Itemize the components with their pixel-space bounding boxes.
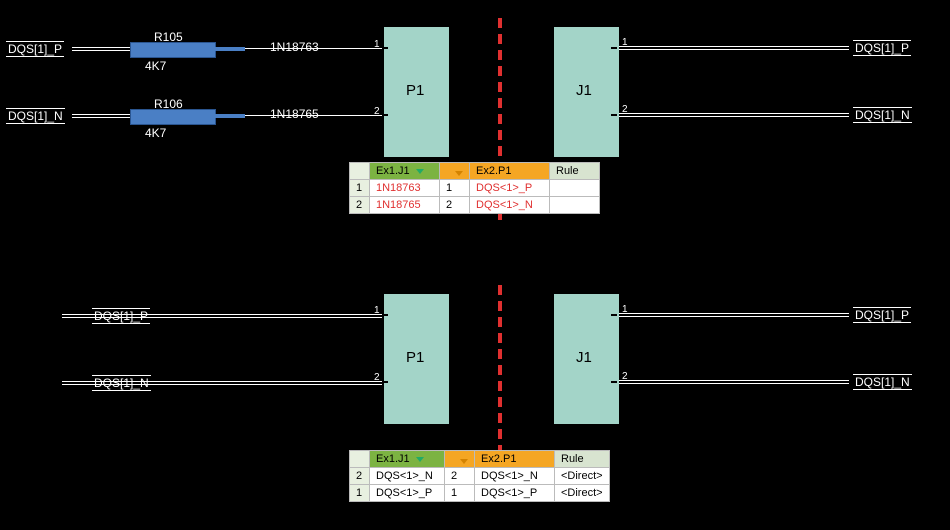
cell: 1N18763 [370,180,440,197]
wire [619,313,849,317]
dropdown-icon[interactable] [455,171,463,176]
row-number: 2 [350,197,370,214]
cell: DQS<1>_P [470,180,550,197]
pin-mark [382,114,388,116]
cell: 2 [445,468,475,485]
col-header[interactable]: Ex1.J1 [370,451,445,468]
mapping-table-bottom[interactable]: Ex1.J1 Ex2.P1 Rule 2 DQS<1>_N 2 DQS<1>_N… [349,450,610,502]
wire [72,114,138,118]
col-header[interactable]: Ex2.P1 [475,451,555,468]
table-row[interactable]: 1 1N18763 1 DQS<1>_P [350,180,600,197]
pin-number: 1 [374,305,380,316]
pin-number: 2 [374,372,380,383]
resistor-value: 4K7 [145,59,166,73]
dropdown-icon[interactable] [416,457,424,462]
col-header[interactable] [445,451,475,468]
pin-mark [382,47,388,49]
col-header[interactable]: Rule [555,451,610,468]
row-number: 2 [350,468,370,485]
row-number: 1 [350,180,370,197]
table-row[interactable]: 1 DQS<1>_P 1 DQS<1>_P <Direct> [350,485,610,502]
cell: <Direct> [555,468,610,485]
pin-mark [611,47,617,49]
col-header[interactable]: Ex1.J1 [370,163,440,180]
wire [215,47,245,51]
net-name: 1N18763 [270,40,319,54]
table-corner [350,451,370,468]
diagram-canvas: DQS[1]_P R105 4K7 1N18763 1 DQS[1]_N R10… [0,0,950,530]
block-label: P1 [406,82,424,99]
net-label: DQS[1]_N [853,107,912,123]
resistor [130,42,216,58]
col-header[interactable] [440,163,470,180]
pin-mark [382,381,388,383]
wire [215,114,245,118]
pin-number: 1 [374,39,380,50]
cell: DQS<1>_N [470,197,550,214]
block-label: J1 [576,82,592,99]
cell: DQS<1>_P [475,485,555,502]
block-label: P1 [406,349,424,366]
cell: 1N18765 [370,197,440,214]
pin-number: 1 [622,304,628,315]
wire [619,113,849,117]
row-number: 1 [350,485,370,502]
col-header[interactable]: Ex2.P1 [470,163,550,180]
cell: 2 [440,197,470,214]
col-header[interactable]: Rule [550,163,600,180]
net-label: DQS[1]_N [853,374,912,390]
table-row[interactable]: 2 DQS<1>_N 2 DQS<1>_N <Direct> [350,468,610,485]
net-label: DQS[1]_N [6,108,65,124]
dropdown-icon[interactable] [460,459,468,464]
pin-mark [382,314,388,316]
wire [619,380,849,384]
cell: DQS<1>_N [475,468,555,485]
cell [550,180,600,197]
wire [62,381,382,385]
cell: DQS<1>_N [370,468,445,485]
resistor-value: 4K7 [145,126,166,140]
pin-number: 2 [374,106,380,117]
pin-number: 2 [622,104,628,115]
cell [550,197,600,214]
pin-mark [611,114,617,116]
wire [72,47,138,51]
cell: 1 [440,180,470,197]
dropdown-icon[interactable] [416,169,424,174]
wire [62,314,382,318]
cell: <Direct> [555,485,610,502]
table-corner [350,163,370,180]
table-row[interactable]: 2 1N18765 2 DQS<1>_N [350,197,600,214]
pin-mark [611,381,617,383]
net-label: DQS[1]_P [6,41,64,57]
mapping-table-top[interactable]: Ex1.J1 Ex2.P1 Rule 1 1N18763 1 DQS<1>_P … [349,162,600,214]
block-label: J1 [576,349,592,366]
pin-number: 1 [622,37,628,48]
cell: DQS<1>_P [370,485,445,502]
pin-mark [611,314,617,316]
net-label: DQS[1]_P [853,307,911,323]
wire [619,46,849,50]
cell: 1 [445,485,475,502]
net-label: DQS[1]_P [853,40,911,56]
resistor [130,109,216,125]
pin-number: 2 [622,371,628,382]
net-name: 1N18765 [270,107,319,121]
